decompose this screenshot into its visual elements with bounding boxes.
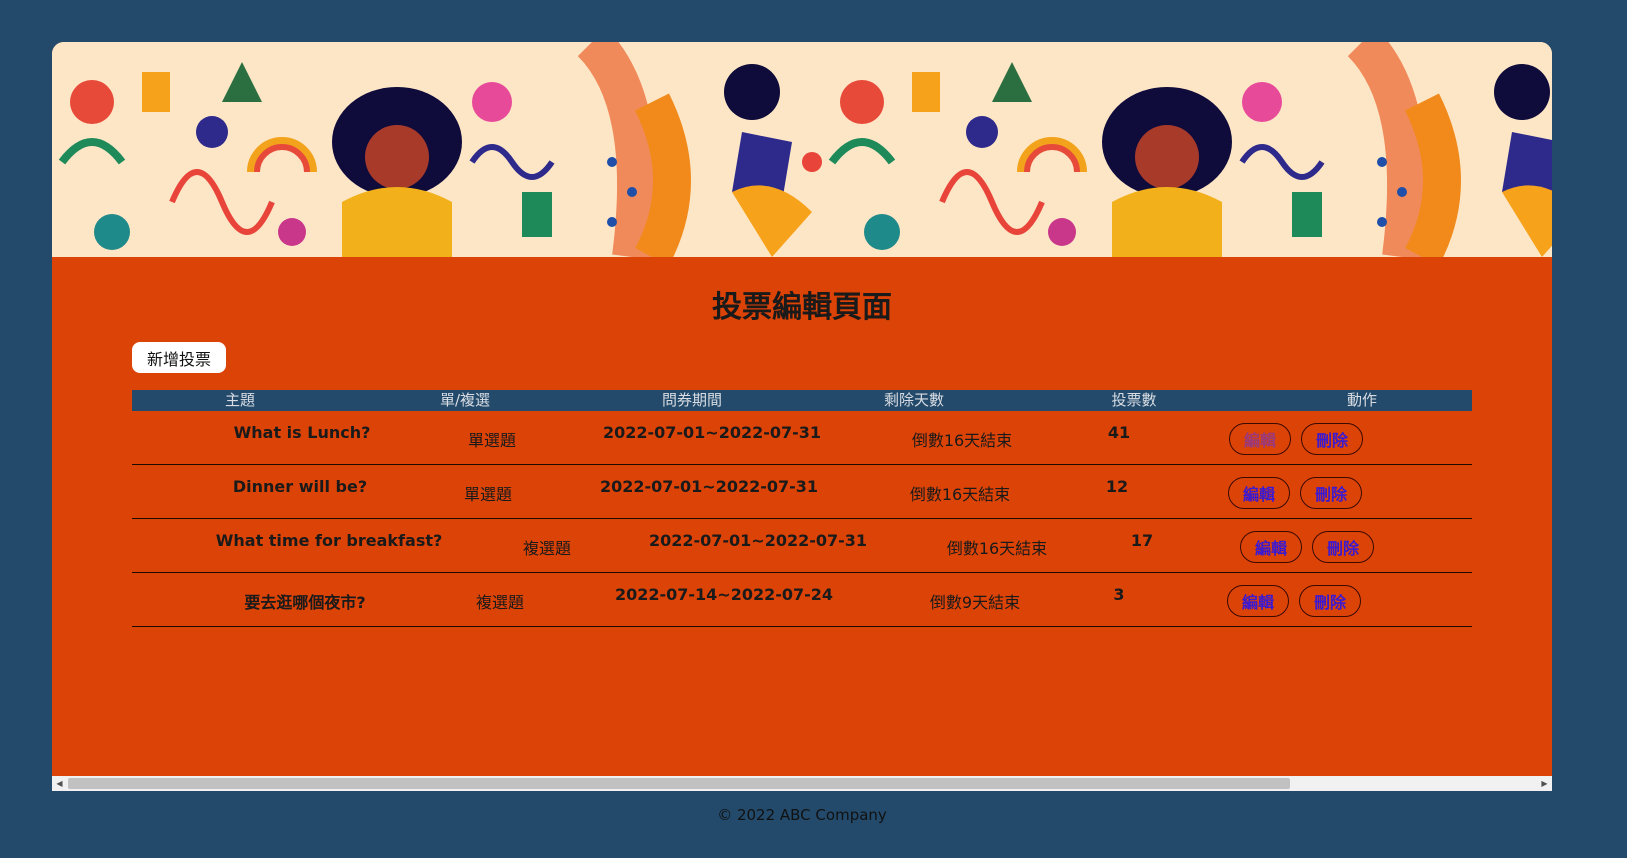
delete-button[interactable]: 刪除 [1299, 585, 1361, 617]
add-vote-button[interactable]: 新增投票 [132, 342, 226, 373]
scroll-left-arrow-icon[interactable]: ◀ [52, 776, 67, 791]
row-remaining: 倒數16天結束 [911, 431, 1013, 450]
row-subject: What is Lunch? [233, 423, 371, 442]
page-title: 投票編輯頁面 [712, 290, 892, 325]
row-subject: Dinner will be? [232, 477, 368, 496]
row-subject: 要去逛哪個夜市? [244, 593, 366, 612]
delete-button[interactable]: 刪除 [1312, 531, 1374, 563]
row-remaining: 倒數16天結束 [946, 539, 1048, 558]
scrollbar-thumb[interactable] [68, 778, 1290, 789]
table-header-row: 主題 單/複選 問券期間 剩除天數 投票數 動作 [132, 390, 1472, 411]
edit-button[interactable]: 編輯 [1229, 423, 1291, 455]
header-votes: 投票數 [1111, 391, 1157, 409]
table-row: Dinner will be? 單選題 2022-07-01~2022-07-3… [132, 465, 1472, 519]
row-period: 2022-07-01~2022-07-31 [599, 477, 819, 496]
table-row: What is Lunch? 單選題 2022-07-01~2022-07-31… [132, 411, 1472, 465]
row-type: 複選題 [475, 593, 525, 612]
edit-button[interactable]: 編輯 [1240, 531, 1302, 563]
header-type: 單/複選 [439, 391, 491, 409]
row-period: 2022-07-01~2022-07-31 [602, 423, 822, 442]
row-type: 單選題 [467, 431, 517, 450]
row-votes: 12 [1105, 477, 1129, 496]
row-subject: What time for breakfast? [215, 531, 443, 550]
horizontal-scrollbar[interactable]: ◀ ▶ [52, 776, 1552, 791]
edit-button[interactable]: 編輯 [1228, 477, 1290, 509]
vote-table: 主題 單/複選 問券期間 剩除天數 投票數 動作 What is Lunch? … [132, 390, 1472, 627]
main-card: 投票編輯頁面 新增投票 主題 單/複選 問券期間 剩除天數 投票數 動作 Wha… [52, 42, 1552, 791]
edit-button[interactable]: 編輯 [1227, 585, 1289, 617]
table-row: What time for breakfast? 複選題 2022-07-01~… [132, 519, 1472, 573]
header-subject: 主題 [224, 391, 256, 409]
row-remaining: 倒數16天結束 [909, 485, 1011, 504]
header-period: 問券期間 [661, 391, 723, 409]
delete-button[interactable]: 刪除 [1301, 423, 1363, 455]
banner-illustration [52, 42, 1552, 257]
row-period: 2022-07-14~2022-07-24 [614, 585, 834, 604]
scroll-right-arrow-icon[interactable]: ▶ [1537, 776, 1552, 791]
row-remaining: 倒數9天結束 [929, 593, 1021, 612]
header-remaining: 剩除天數 [883, 391, 945, 409]
row-votes: 17 [1130, 531, 1154, 550]
table-row: 要去逛哪個夜市? 複選題 2022-07-14~2022-07-24 倒數9天結… [132, 573, 1472, 627]
footer-copyright: © 2022 ABC Company [717, 806, 887, 824]
banner-image [52, 42, 1552, 257]
row-votes: 3 [1113, 585, 1125, 604]
row-type: 複選題 [522, 539, 572, 558]
row-period: 2022-07-01~2022-07-31 [648, 531, 868, 550]
row-votes: 41 [1107, 423, 1131, 442]
row-type: 單選題 [463, 485, 513, 504]
header-actions: 動作 [1346, 391, 1378, 409]
delete-button[interactable]: 刪除 [1300, 477, 1362, 509]
